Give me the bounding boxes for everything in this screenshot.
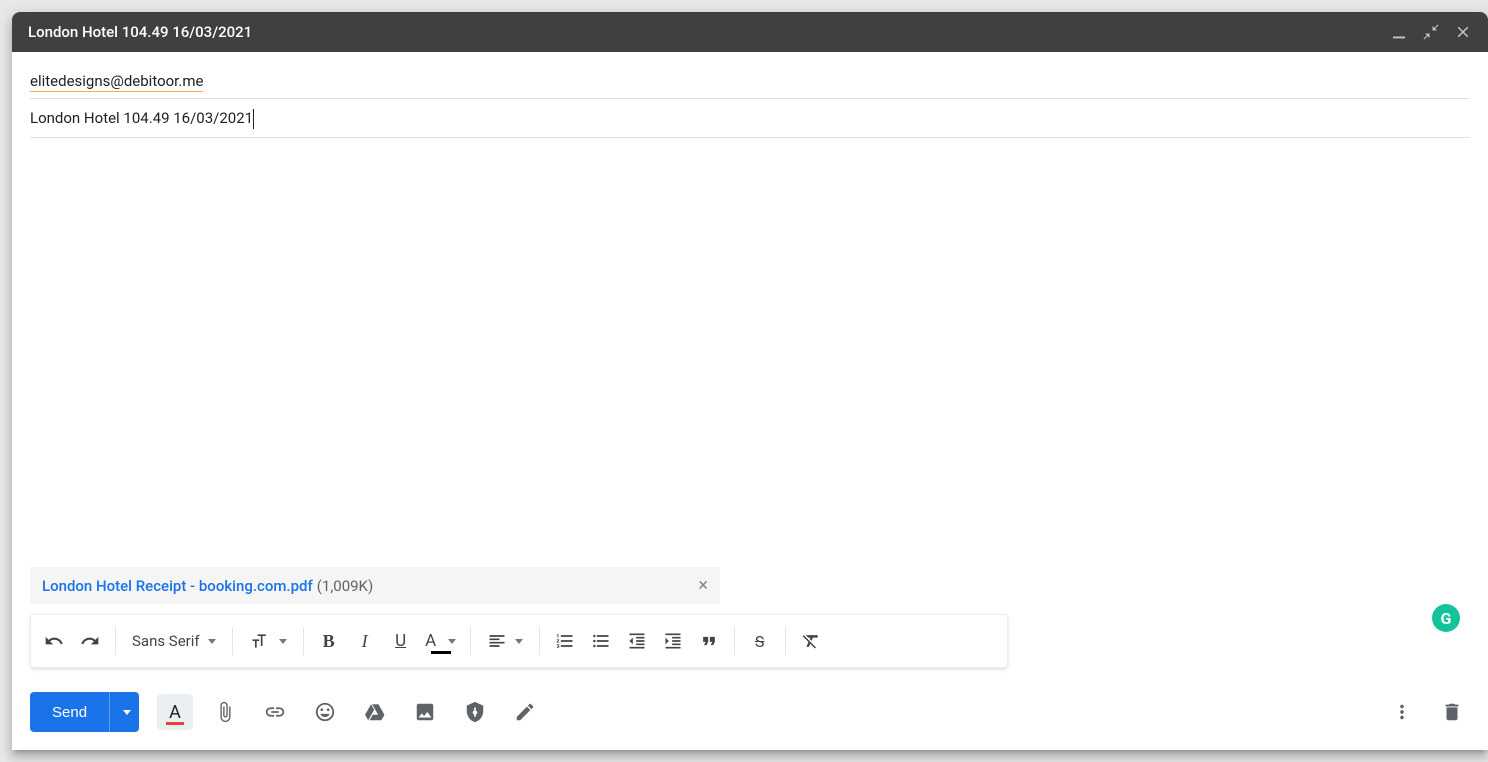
insert-emoji-button[interactable] <box>307 694 343 730</box>
insert-signature-button[interactable] <box>507 694 543 730</box>
close-icon[interactable] <box>1454 23 1472 41</box>
indent-more-button[interactable] <box>656 624 690 658</box>
redo-button[interactable] <box>73 624 107 658</box>
insert-link-button[interactable] <box>257 694 293 730</box>
subject-input[interactable]: London Hotel 104.49 16/03/2021 <box>30 109 253 127</box>
font-size-select[interactable] <box>241 624 295 658</box>
minimize-icon[interactable] <box>1390 23 1408 41</box>
quote-button[interactable] <box>692 624 726 658</box>
send-options-button[interactable] <box>109 692 139 732</box>
compose-title: London Hotel 104.49 16/03/2021 <box>28 23 1390 41</box>
send-group: Send <box>30 692 139 732</box>
underline-button[interactable]: U <box>384 624 418 658</box>
discard-draft-button[interactable] <box>1434 694 1470 730</box>
indent-less-button[interactable] <box>620 624 654 658</box>
chevron-down-icon <box>515 639 523 644</box>
chevron-down-icon <box>208 639 216 644</box>
confidential-mode-button[interactable] <box>457 694 493 730</box>
recipients-row[interactable]: elitedesigns@debitoor.me <box>30 62 1470 99</box>
recipient-chip[interactable]: elitedesigns@debitoor.me <box>30 72 203 92</box>
subject-row[interactable]: London Hotel 104.49 16/03/2021 <box>30 99 1470 138</box>
undo-button[interactable] <box>37 624 71 658</box>
compose-window: London Hotel 104.49 16/03/2021 elitedesi… <box>12 12 1488 750</box>
grammarly-label: G <box>1441 609 1452 628</box>
compose-bottom-bar: Send A <box>12 680 1488 750</box>
attachment-name: London Hotel Receipt - booking.com.pdf <box>42 577 313 595</box>
font-family-label: Sans Serif <box>132 632 200 650</box>
attach-file-button[interactable] <box>207 694 243 730</box>
grammarly-badge[interactable]: G <box>1432 604 1460 632</box>
attachment-remove-icon[interactable]: × <box>698 575 708 596</box>
strikethrough-button[interactable]: S <box>743 624 777 658</box>
remove-formatting-button[interactable] <box>794 624 828 658</box>
attachment-chip[interactable]: London Hotel Receipt - booking.com.pdf (… <box>30 567 720 604</box>
chevron-down-icon <box>123 710 131 715</box>
compose-title-bar: London Hotel 104.49 16/03/2021 <box>12 12 1488 52</box>
more-options-button[interactable] <box>1384 694 1420 730</box>
message-body[interactable] <box>30 138 1470 567</box>
chevron-down-icon <box>279 639 287 644</box>
attachment-size: (1,009K) <box>317 577 373 595</box>
bulleted-list-button[interactable] <box>584 624 618 658</box>
bold-button[interactable]: B <box>312 624 346 658</box>
align-button[interactable] <box>479 624 531 658</box>
send-button[interactable]: Send <box>30 692 109 732</box>
insert-drive-button[interactable] <box>357 694 393 730</box>
color-swatch <box>431 651 451 654</box>
chevron-down-icon <box>448 639 456 644</box>
italic-button[interactable]: I <box>348 624 382 658</box>
text-color-button[interactable]: A <box>420 624 462 658</box>
text-cursor <box>253 109 254 129</box>
exit-fullscreen-icon[interactable] <box>1422 23 1440 41</box>
formatting-toolbar: Sans Serif B I U A <box>30 614 1008 668</box>
font-family-select[interactable]: Sans Serif <box>124 624 224 658</box>
numbered-list-button[interactable] <box>548 624 582 658</box>
insert-photo-button[interactable] <box>407 694 443 730</box>
formatting-options-button[interactable]: A <box>157 694 193 730</box>
